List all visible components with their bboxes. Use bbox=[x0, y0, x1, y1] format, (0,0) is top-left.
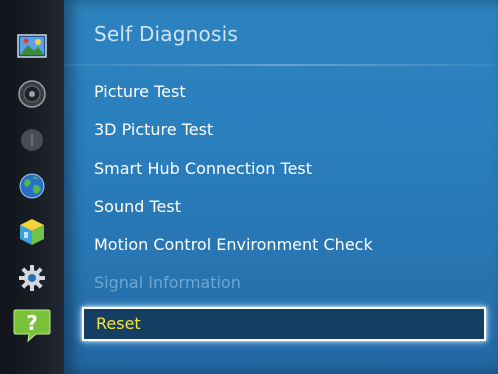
page-title: Self Diagnosis bbox=[94, 22, 238, 46]
diagnosis-menu: Picture Test 3D Picture Test Smart Hub C… bbox=[82, 73, 486, 341]
sidebar-menu: ? bbox=[0, 0, 64, 374]
support-icon-glyph: ? bbox=[26, 311, 38, 335]
sound-icon[interactable] bbox=[14, 78, 50, 110]
menu-item-picture-test[interactable]: Picture Test bbox=[82, 73, 486, 111]
menu-item-sound-test[interactable]: Sound Test bbox=[82, 188, 486, 226]
broadcast-icon[interactable] bbox=[14, 124, 50, 156]
network-icon[interactable] bbox=[14, 170, 50, 202]
menu-item-signal-information: Signal Information bbox=[94, 273, 241, 293]
support-icon[interactable]: ? bbox=[12, 307, 52, 343]
menu-item-smart-hub-connection-test[interactable]: Smart Hub Connection Test bbox=[82, 150, 486, 188]
menu-item-reset[interactable]: Reset bbox=[82, 306, 486, 341]
picture-icon[interactable] bbox=[14, 30, 50, 62]
menu-item-3d-picture-test[interactable]: 3D Picture Test bbox=[82, 111, 486, 149]
menu-item-motion-control-environment-check[interactable]: Motion Control Environment Check bbox=[82, 226, 486, 264]
self-diagnosis-panel: Self Diagnosis Picture Test 3D Picture T… bbox=[64, 0, 498, 374]
settings-icon[interactable] bbox=[14, 262, 50, 294]
system-icon[interactable] bbox=[14, 216, 50, 248]
title-divider bbox=[64, 64, 498, 66]
